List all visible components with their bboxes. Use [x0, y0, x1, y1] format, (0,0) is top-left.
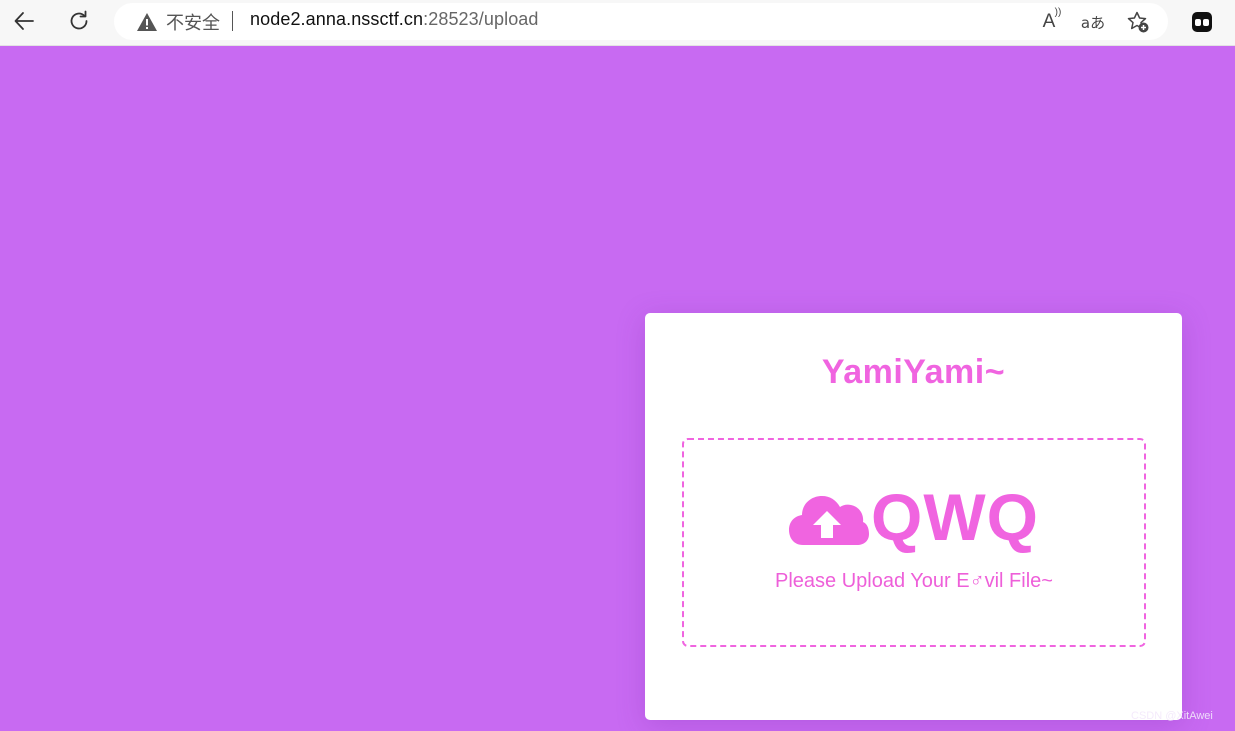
extension-icon[interactable] — [1190, 10, 1214, 34]
address-bar[interactable]: 不安全 node2.anna.nssctf.cn:28523/upload A)… — [114, 3, 1168, 40]
cloud-upload-icon — [789, 496, 870, 545]
upload-card: YamiYami~ QWQ Please Upload Your E♂vil F… — [645, 313, 1182, 720]
back-button[interactable] — [7, 6, 41, 36]
refresh-icon — [70, 10, 88, 30]
url-host: node2.anna.nssctf.cn — [250, 9, 424, 29]
page-title: YamiYami~ — [821, 353, 1006, 391]
read-aloud-icon: A)) — [1042, 7, 1062, 32]
read-aloud-button[interactable]: A)) — [1036, 7, 1062, 35]
url-path: :28523/upload — [423, 9, 539, 29]
upload-dropzone[interactable]: QWQ Please Upload Your E♂vil File~ — [682, 438, 1146, 647]
address-separator — [232, 11, 233, 31]
browser-toolbar: 不安全 node2.anna.nssctf.cn:28523/upload A)… — [0, 0, 1235, 46]
add-favorite-button[interactable] — [1125, 9, 1151, 35]
translate-button[interactable]: aあ — [1080, 9, 1106, 35]
url-text[interactable]: node2.anna.nssctf.cn:28523/upload — [250, 9, 539, 30]
watermark: CSDN @XitAwei — [1131, 710, 1213, 722]
security-status[interactable]: 不安全 — [166, 9, 220, 35]
warning-icon[interactable] — [136, 12, 158, 32]
upload-heading-row: QWQ — [684, 482, 1144, 552]
upload-heading: QWQ — [871, 480, 1039, 554]
add-favorite-icon — [1127, 11, 1149, 33]
upload-hint: Please Upload Your E♂vil File~ — [775, 570, 1053, 592]
refresh-button[interactable] — [62, 6, 96, 36]
translate-icon: aあ — [1080, 13, 1106, 32]
back-icon — [14, 12, 34, 30]
